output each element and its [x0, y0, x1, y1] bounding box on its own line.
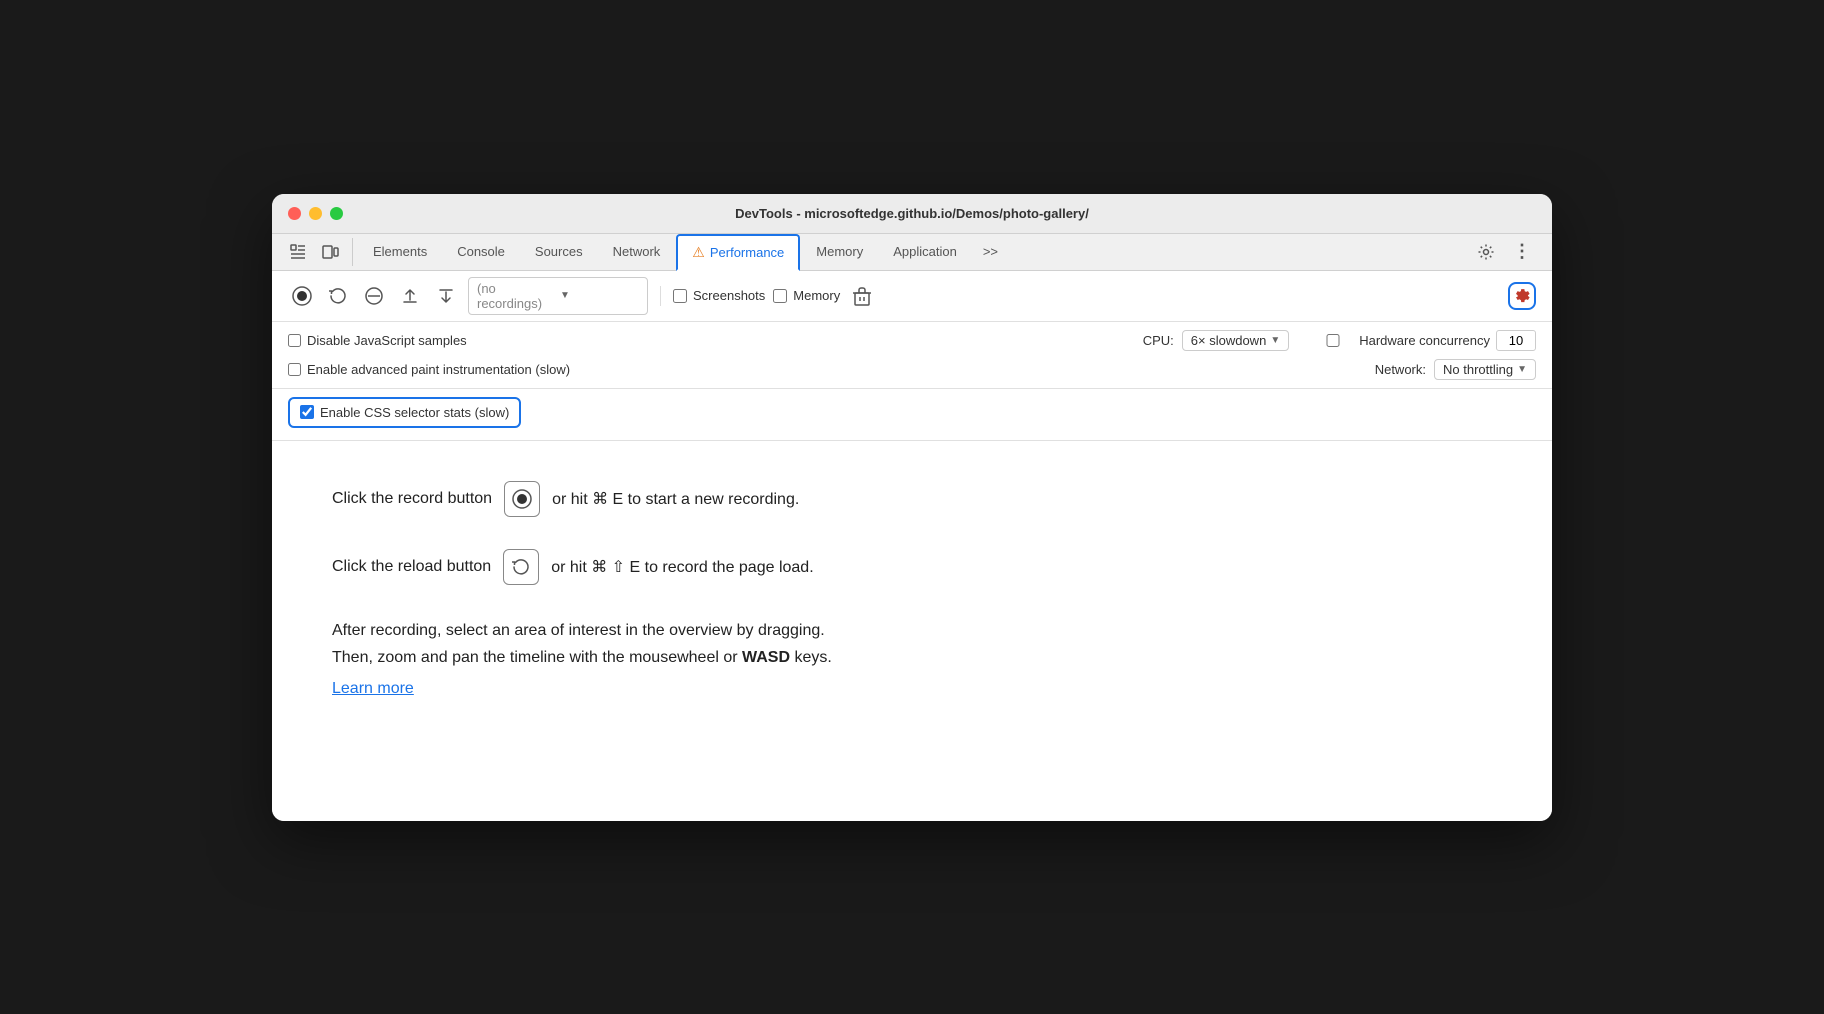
reload-text-before: Click the reload button [332, 558, 491, 576]
performance-toolbar: (no recordings) ▼ Screenshots Memory [272, 271, 1552, 322]
cpu-group: CPU: 6× slowdown ▼ [1143, 330, 1290, 351]
record-text-before: Click the record button [332, 490, 492, 508]
cpu-select-arrow-icon: ▼ [1270, 335, 1280, 346]
screenshots-checkbox[interactable] [673, 289, 687, 303]
recordings-placeholder: (no recordings) [477, 281, 556, 311]
tab-memory[interactable]: Memory [802, 236, 877, 267]
disable-js-samples-group: Disable JavaScript samples [288, 333, 467, 348]
tab-network[interactable]: Network [599, 236, 675, 267]
network-select-arrow-icon: ▼ [1517, 364, 1527, 375]
device-toolbar-icon[interactable] [316, 238, 344, 266]
enable-advanced-paint-label[interactable]: Enable advanced paint instrumentation (s… [307, 362, 570, 377]
description-block: After recording, select an area of inter… [332, 617, 1492, 703]
tab-settings-area: ⋮ [1468, 234, 1540, 270]
record-text-after: or hit ⌘ E to start a new recording. [552, 489, 799, 509]
css-stats-checkbox[interactable] [300, 405, 314, 419]
hardware-concurrency-input[interactable]: 10 [1496, 330, 1536, 351]
traffic-lights [288, 207, 343, 220]
garbage-collect-button[interactable] [848, 282, 876, 310]
screenshots-checkbox-row: Screenshots [673, 288, 765, 303]
description-line2-text: Then, zoom and pan the timeline with the… [332, 649, 738, 666]
title-bar: DevTools - microsoftedge.github.io/Demos… [272, 194, 1552, 234]
cpu-select[interactable]: 6× slowdown ▼ [1182, 330, 1289, 351]
tab-elements[interactable]: Elements [359, 236, 441, 267]
hardware-concurrency-checkbox[interactable] [1313, 334, 1353, 347]
main-content: Click the record button or hit ⌘ E to st… [272, 441, 1552, 821]
settings-row-2: Enable advanced paint instrumentation (s… [288, 359, 1536, 380]
tab-sources[interactable]: Sources [521, 236, 597, 267]
load-profile-button[interactable] [396, 282, 424, 310]
cpu-value: 6× slowdown [1191, 333, 1267, 348]
description-bold: WASD [742, 649, 790, 666]
learn-more-link[interactable]: Learn more [332, 680, 414, 697]
reload-instruction: Click the reload button or hit ⌘ ⇧ E to … [332, 549, 1492, 585]
devtools-window: DevTools - microsoftedge.github.io/Demos… [272, 194, 1552, 821]
tab-bar: Elements Console Sources Network ⚠ Perfo… [272, 234, 1552, 271]
network-throttle-group: Network: No throttling ▼ [1375, 359, 1536, 380]
more-options-button[interactable]: ⋮ [1508, 238, 1536, 266]
clear-button[interactable] [360, 282, 388, 310]
window-title: DevTools - microsoftedge.github.io/Demos… [735, 206, 1089, 221]
record-icon-inline [504, 481, 540, 517]
memory-checkbox[interactable] [773, 289, 787, 303]
hardware-concurrency-group: Hardware concurrency 10 [1313, 330, 1536, 351]
reload-text-after: or hit ⌘ ⇧ E to record the page load. [551, 557, 813, 577]
recordings-dropdown[interactable]: (no recordings) ▼ [468, 277, 648, 315]
hardware-concurrency-label[interactable]: Hardware concurrency [1359, 333, 1490, 348]
memory-checkbox-row: Memory [773, 288, 840, 303]
memory-label[interactable]: Memory [793, 288, 840, 303]
screenshots-label[interactable]: Screenshots [693, 288, 765, 303]
description-line1: After recording, select an area of inter… [332, 617, 1492, 644]
performance-settings-button[interactable] [1508, 282, 1536, 310]
dropdown-arrow-icon: ▼ [560, 290, 639, 301]
reload-icon-inline [503, 549, 539, 585]
inspect-element-icon[interactable] [284, 238, 312, 266]
disable-js-samples-label[interactable]: Disable JavaScript samples [307, 333, 467, 348]
toolbar-separator-1 [660, 286, 661, 306]
cpu-label: CPU: [1143, 333, 1174, 348]
enable-advanced-paint-group: Enable advanced paint instrumentation (s… [288, 362, 570, 377]
tab-application[interactable]: Application [879, 236, 971, 267]
close-button[interactable] [288, 207, 301, 220]
settings-button[interactable] [1472, 238, 1500, 266]
maximize-button[interactable] [330, 207, 343, 220]
record-instruction: Click the record button or hit ⌘ E to st… [332, 481, 1492, 517]
settings-panel: Disable JavaScript samples CPU: 6× slowd… [272, 322, 1552, 389]
tab-console[interactable]: Console [443, 236, 519, 267]
disable-js-samples-checkbox[interactable] [288, 334, 301, 347]
enable-advanced-paint-checkbox[interactable] [288, 363, 301, 376]
css-stats-row: Enable CSS selector stats (slow) [272, 389, 1552, 441]
description-line2-end: keys. [794, 649, 831, 666]
record-button[interactable] [288, 282, 316, 310]
settings-row-1: Disable JavaScript samples CPU: 6× slowd… [288, 330, 1536, 351]
css-stats-group: Enable CSS selector stats (slow) [288, 397, 521, 428]
performance-warning-icon: ⚠ [692, 244, 705, 261]
network-label: Network: [1375, 362, 1426, 377]
minimize-button[interactable] [309, 207, 322, 220]
network-value: No throttling [1443, 362, 1513, 377]
description-line2: Then, zoom and pan the timeline with the… [332, 644, 1492, 671]
reload-button[interactable] [324, 282, 352, 310]
tab-performance-label: Performance [710, 245, 784, 260]
tab-performance[interactable]: ⚠ Performance [676, 234, 800, 271]
css-stats-label[interactable]: Enable CSS selector stats (slow) [320, 405, 509, 420]
network-select[interactable]: No throttling ▼ [1434, 359, 1536, 380]
save-profile-button[interactable] [432, 282, 460, 310]
more-tabs-button[interactable]: >> [973, 238, 1008, 265]
